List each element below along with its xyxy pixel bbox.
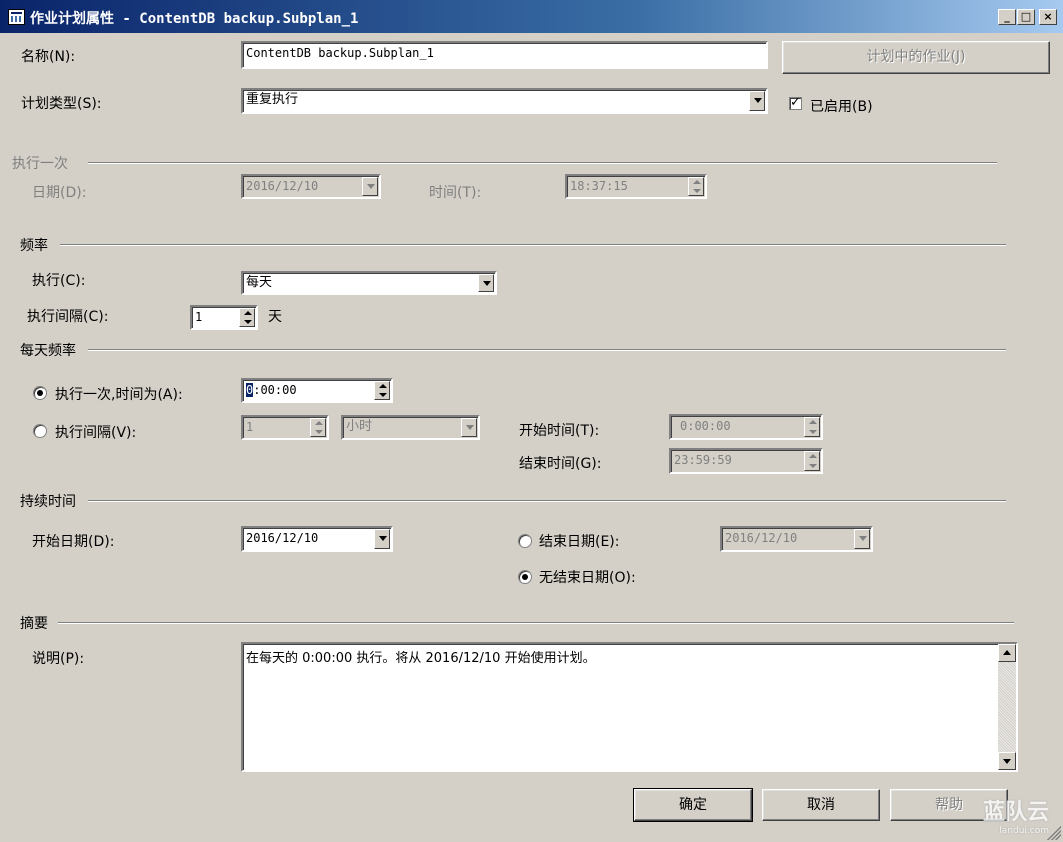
name-label: 名称(N):: [21, 49, 76, 65]
window-title: 作业计划属性 - ContentDB backup.Subplan_1: [30, 11, 359, 27]
schedule-type-select[interactable]: 重复执行: [241, 88, 768, 114]
spinner-arrows-icon[interactable]: [804, 451, 820, 471]
daily-every-label: 执行间隔(V):: [55, 425, 137, 441]
ok-button[interactable]: 确定: [633, 788, 753, 822]
spinner-arrows-icon[interactable]: [239, 308, 255, 327]
end-date-label: 结束日期(E):: [539, 534, 620, 550]
enabled-label: 已启用(B): [810, 99, 873, 115]
start-date-value: 2016/12/10: [246, 531, 319, 545]
occurs-select[interactable]: 每天: [241, 271, 497, 295]
one-time-time-spinner[interactable]: 18:37:15: [565, 174, 707, 199]
chevron-down-icon[interactable]: [478, 274, 494, 292]
chevron-down-icon[interactable]: [362, 177, 378, 196]
end-time-label: 结束时间(G):: [519, 456, 602, 472]
one-time-group-title: 执行一次: [12, 153, 72, 173]
title-bar[interactable]: 作业计划属性 - ContentDB backup.Subplan_1 _ □ …: [0, 0, 1063, 33]
one-time-time-label: 时间(T):: [429, 185, 482, 201]
minimize-button[interactable]: _: [998, 9, 1016, 25]
frequency-group: 频率: [20, 235, 1006, 255]
daily-once-time-rest: :00:00: [253, 383, 297, 397]
recurs-spinner[interactable]: 1: [190, 305, 258, 330]
summary-group-title: 摘要: [20, 613, 52, 633]
daily-once-time-spinner[interactable]: 0:00:00: [241, 378, 393, 403]
description-textarea[interactable]: 在每天的 0:00:00 执行。将从 2016/12/10 开始使用计划。: [241, 642, 1018, 772]
checkmark-icon: ✓: [790, 95, 801, 110]
one-time-date-value: 2016/12/10: [246, 179, 319, 193]
spinner-arrows-icon[interactable]: [804, 417, 820, 437]
chevron-down-icon[interactable]: [749, 91, 765, 111]
summary-group: 摘要: [20, 613, 1014, 633]
recurs-label: 执行间隔(C):: [27, 309, 109, 325]
duration-group-title: 持续时间: [20, 491, 80, 511]
cancel-button[interactable]: 取消: [762, 789, 880, 821]
maximize-button[interactable]: □: [1017, 9, 1035, 25]
description-text: 在每天的 0:00:00 执行。将从 2016/12/10 开始使用计划。: [246, 651, 596, 666]
daily-every-unit-value: 小时: [346, 419, 373, 434]
daily-frequency-group-title: 每天频率: [20, 340, 80, 360]
start-date-picker[interactable]: 2016/12/10: [241, 526, 393, 552]
daily-every-unit-select[interactable]: 小时: [341, 415, 480, 440]
jobs-in-schedule-button[interactable]: 计划中的作业(J): [782, 41, 1050, 74]
daily-every-value: 1: [246, 420, 254, 434]
end-date-picker[interactable]: 2016/12/10: [720, 526, 873, 552]
daily-once-label: 执行一次,时间为(A):: [55, 387, 183, 403]
chevron-down-icon[interactable]: [854, 529, 870, 549]
daily-every-radio[interactable]: [33, 424, 47, 438]
schedule-type-value: 重复执行: [246, 92, 299, 107]
no-end-date-radio[interactable]: [518, 570, 532, 584]
scroll-up-icon[interactable]: [998, 644, 1016, 662]
spinner-arrows-icon[interactable]: [374, 381, 390, 400]
one-time-time-value: 18:37:15: [570, 179, 628, 193]
end-date-value: 2016/12/10: [725, 531, 798, 545]
resize-grip-icon[interactable]: [1047, 826, 1061, 840]
description-scrollbar[interactable]: [998, 644, 1016, 770]
spinner-arrows-icon[interactable]: [310, 418, 326, 437]
schedule-type-label: 计划类型(S):: [21, 96, 102, 112]
end-time-value: 23:59:59: [674, 453, 732, 467]
no-end-date-label: 无结束日期(O):: [539, 570, 636, 586]
end-time-spinner[interactable]: 23:59:59: [669, 448, 823, 474]
occurs-label: 执行(C):: [32, 273, 86, 289]
start-time-label: 开始时间(T):: [519, 423, 600, 439]
daily-frequency-group: 每天频率: [20, 340, 1006, 360]
recurs-unit: 天: [268, 309, 282, 325]
window-app-icon: [8, 9, 25, 25]
frequency-group-title: 频率: [20, 235, 52, 255]
spinner-arrows-icon[interactable]: [688, 177, 704, 196]
end-date-radio[interactable]: [518, 534, 532, 548]
close-button[interactable]: ×: [1039, 9, 1057, 25]
daily-every-spinner[interactable]: 1: [241, 415, 329, 440]
start-date-label: 开始日期(D):: [32, 534, 115, 550]
start-time-value: 0:00:00: [680, 419, 731, 433]
description-label: 说明(P):: [32, 651, 85, 667]
chevron-down-icon[interactable]: [374, 529, 390, 549]
name-input[interactable]: ContentDB backup.Subplan_1: [241, 41, 768, 69]
watermark-logo: 蓝队云 landui.com: [982, 800, 1049, 836]
recurs-value: 1: [195, 310, 203, 324]
scroll-down-icon[interactable]: [998, 752, 1016, 770]
start-time-spinner[interactable]: 0:00:00: [669, 414, 823, 440]
chevron-down-icon[interactable]: [461, 418, 477, 437]
duration-group: 持续时间: [20, 491, 1006, 511]
enabled-checkbox[interactable]: ✓: [789, 95, 802, 110]
daily-once-radio[interactable]: [33, 386, 47, 400]
occurs-value: 每天: [246, 275, 273, 290]
one-time-date-label: 日期(D):: [32, 185, 87, 201]
one-time-date-picker[interactable]: 2016/12/10: [241, 174, 381, 199]
one-time-group: 执行一次: [12, 153, 997, 173]
